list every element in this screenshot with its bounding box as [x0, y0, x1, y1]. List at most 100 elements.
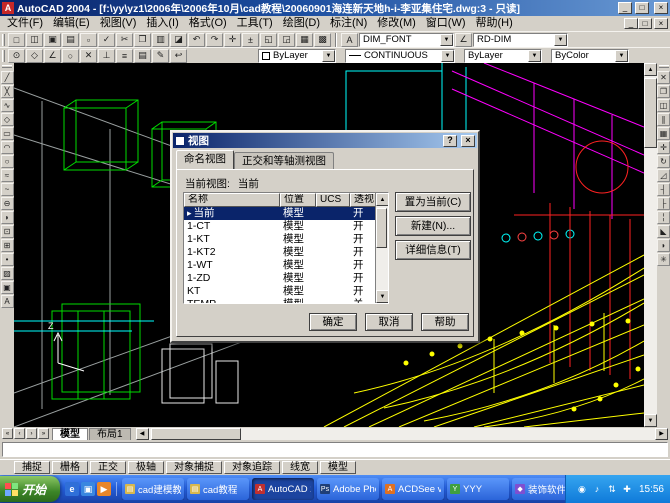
dialog-tab-ortho-views[interactable]: 正交和等轴测视图 [234, 152, 334, 169]
scrollbar-thumb[interactable] [151, 428, 241, 440]
lineweight-combo[interactable]: ByLayer ▼ [464, 49, 542, 63]
extend-icon[interactable]: ├ [657, 197, 670, 210]
ucs-icon[interactable]: ⊥ [98, 49, 115, 63]
dropdown-icon[interactable]: ▼ [440, 34, 453, 46]
undo-icon[interactable]: ↶ [188, 33, 205, 47]
plot-icon[interactable]: ▤ [62, 33, 79, 47]
match-properties-icon[interactable]: ◪ [170, 33, 187, 47]
scrollbar-thumb[interactable] [644, 78, 657, 148]
toolbar-grip[interactable] [2, 34, 5, 46]
chamfer-icon[interactable]: ◣ [657, 225, 670, 238]
command-line-window[interactable] [0, 440, 670, 459]
status-toggle-snap[interactable]: 捕捉 [14, 461, 50, 474]
rotate-icon[interactable]: ↻ [657, 155, 670, 168]
line-icon[interactable]: ╱ [1, 71, 14, 84]
plotstyle-combo[interactable]: ByColor ▼ [551, 49, 629, 63]
explode-icon[interactable]: ✳ [657, 253, 670, 266]
horizontal-scrollbar[interactable]: ◀ ▶ [136, 428, 668, 440]
command-input[interactable] [2, 442, 668, 457]
dim-style-icon[interactable]: ∠ [455, 33, 472, 47]
snap-to-point-icon[interactable]: ⊙ [8, 49, 25, 63]
scrollbar-track[interactable] [644, 76, 657, 414]
status-toggle-lwt[interactable]: 线宽 [282, 461, 318, 474]
scroll-up-icon[interactable]: ▲ [376, 193, 389, 206]
dialog-button-help[interactable]: 帮助 [421, 313, 469, 331]
toolbar-grip[interactable] [2, 50, 5, 62]
layers-icon[interactable]: ≡ [116, 49, 133, 63]
tab-nav-icon-2[interactable]: › [26, 428, 37, 439]
menu-window[interactable]: 窗口(W) [421, 16, 471, 31]
make-block-icon[interactable]: ⊞ [1, 239, 14, 252]
dropdown-icon[interactable]: ▼ [441, 50, 454, 62]
list-column-header[interactable]: 透视 [350, 193, 377, 207]
scroll-left-icon[interactable]: ◀ [136, 428, 149, 440]
paste-icon[interactable]: ▥ [152, 33, 169, 47]
network-icon[interactable]: ⇅ [606, 483, 618, 495]
cut-icon[interactable]: ✂ [116, 33, 133, 47]
antivirus-icon[interactable]: ✚ [621, 483, 633, 495]
view-list-row[interactable]: TEMP模型关 [184, 298, 377, 304]
tab-nav-icon-3[interactable]: » [38, 428, 49, 439]
mdi-restore-button[interactable]: □ [638, 18, 652, 29]
view-list-row[interactable]: 1-KT模型开 [184, 233, 377, 246]
menu-modify[interactable]: 修改(M) [372, 16, 421, 31]
designcenter-icon[interactable]: ▩ [314, 33, 331, 47]
arc-icon[interactable]: ◠ [1, 141, 14, 154]
fillet-icon[interactable]: ◗ [657, 239, 670, 252]
mdi-close-button[interactable]: × [654, 18, 668, 29]
mdi-minimize-button[interactable]: _ [624, 18, 638, 29]
dialog-title-bar[interactable]: 视图 ? × [173, 133, 477, 148]
status-toggle-ortho[interactable]: 正交 [90, 461, 126, 474]
list-column-header[interactable]: 名称 [184, 193, 280, 207]
media-player-icon[interactable]: ▶ [97, 482, 111, 496]
zoom-realtime-icon[interactable]: ± [242, 33, 259, 47]
taskbar-item[interactable]: ▤cad教程 [187, 478, 249, 500]
view-list-row[interactable]: 1-KT2模型开 [184, 246, 377, 259]
maximize-button[interactable]: □ [635, 2, 649, 14]
new-file-icon[interactable]: □ [8, 33, 25, 47]
open-file-icon[interactable]: ◫ [26, 33, 43, 47]
array-icon[interactable]: ▦ [657, 127, 670, 140]
dropdown-icon[interactable]: ▼ [554, 34, 567, 46]
menu-tools[interactable]: 工具(T) [232, 16, 278, 31]
point-icon[interactable]: • [1, 253, 14, 266]
snap-endpoint-icon[interactable]: ◇ [26, 49, 43, 63]
properties-icon[interactable]: ▦ [296, 33, 313, 47]
text-style-icon[interactable]: A [341, 33, 358, 47]
scrollbar-thumb[interactable] [376, 208, 387, 248]
scroll-down-icon[interactable]: ▼ [376, 290, 389, 303]
start-button[interactable]: 开始 [0, 476, 60, 502]
show-desktop-icon[interactable]: ▣ [81, 482, 95, 496]
scroll-right-icon[interactable]: ▶ [655, 428, 668, 440]
dialog-tab-named-views[interactable]: 命名视图 [176, 150, 234, 169]
menu-insert[interactable]: 插入(I) [141, 16, 183, 31]
move-icon[interactable]: ✛ [657, 141, 670, 154]
rectangle-icon[interactable]: ▭ [1, 127, 14, 140]
mtext-icon[interactable]: A [1, 295, 14, 308]
scroll-down-icon[interactable]: ▼ [644, 414, 657, 427]
scrollbar-track[interactable] [149, 428, 655, 440]
view-list-row[interactable]: 1-CT模型开 [184, 220, 377, 233]
vertical-scrollbar[interactable]: ▲ ▼ [644, 63, 657, 427]
tab-nav-icon-1[interactable]: ‹ [14, 428, 25, 439]
offset-icon[interactable]: ∥ [657, 113, 670, 126]
toolbar-grip[interactable] [659, 65, 669, 68]
polygon-icon[interactable]: ◇ [1, 113, 14, 126]
copy-icon[interactable]: ❐ [134, 33, 151, 47]
trim-icon[interactable]: ┤ [657, 183, 670, 196]
ie-icon[interactable]: e [65, 482, 79, 496]
taskbar-item[interactable]: YYYY [447, 478, 509, 500]
view-list-row[interactable]: 1-WT模型开 [184, 259, 377, 272]
redo-icon[interactable]: ↷ [206, 33, 223, 47]
layer-previous-icon[interactable]: ↩ [170, 49, 187, 63]
view-list-row[interactable]: 1-ZD模型开 [184, 272, 377, 285]
status-toggle-model[interactable]: 模型 [320, 461, 356, 474]
taskbar-item[interactable]: ◆装饰软件 [512, 478, 565, 500]
status-toggle-osnap[interactable]: 对象捕捉 [166, 461, 222, 474]
scroll-up-icon[interactable]: ▲ [644, 63, 657, 76]
layout-tab-model[interactable]: 模型 [52, 428, 88, 440]
layout-tab-layout1[interactable]: 布局1 [89, 428, 131, 440]
views-list[interactable]: 名称位置UCS透视 ▸当前模型开1-CT模型开1-KT模型开1-KT2模型开1-… [183, 192, 389, 304]
linetype-combo[interactable]: CONTINUOUS ▼ [345, 49, 455, 63]
dialog-button-set-current[interactable]: 置为当前(C) [395, 192, 471, 212]
